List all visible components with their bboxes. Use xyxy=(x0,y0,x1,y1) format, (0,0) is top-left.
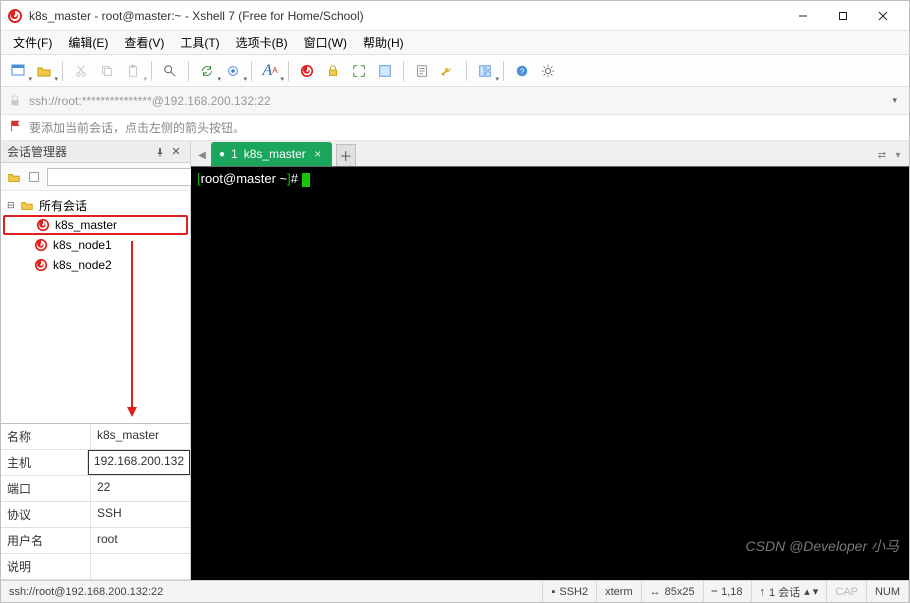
transparency-button[interactable] xyxy=(374,60,396,82)
session-icon xyxy=(33,237,49,253)
body: 会话管理器 ✕ ➤ ⊟ 所有会话 xyxy=(1,141,909,580)
status-term: xterm xyxy=(597,581,642,602)
tab-status-dot: ● xyxy=(219,149,225,160)
prop-desc: 说明 xyxy=(1,554,190,580)
minimize-button[interactable] xyxy=(783,2,823,30)
session-tree: ⊟ 所有会话 k8s_master k8s_node1 k8s_no xyxy=(1,191,190,423)
menu-edit[interactable]: 编辑(E) xyxy=(62,32,114,53)
main-area: ◀ ● 1 k8s_master × ＋ ⇄ ▾ [root@master ~]… xyxy=(191,141,909,580)
flag-icon xyxy=(9,119,23,136)
tab-k8s-master[interactable]: ● 1 k8s_master × xyxy=(211,142,332,166)
reconnect-button[interactable]: ▾ xyxy=(196,60,218,82)
tree-root[interactable]: ⊟ 所有会话 xyxy=(3,195,188,215)
cut-button[interactable] xyxy=(70,60,92,82)
address-dropdown[interactable]: ▾ xyxy=(886,93,903,108)
highlight-button[interactable] xyxy=(437,60,459,82)
session-label: k8s_node1 xyxy=(51,238,114,252)
session-label: k8s_node2 xyxy=(51,258,114,272)
terminal[interactable]: [root@master ~]# CSDN @Developer 小马 xyxy=(191,167,909,580)
menu-bar: 文件(F) 编辑(E) 查看(V) 工具(T) 选项卡(B) 窗口(W) 帮助(… xyxy=(1,31,909,55)
pin-icon[interactable] xyxy=(152,144,168,160)
close-panel-icon[interactable]: ✕ xyxy=(168,144,184,160)
xshell-icon xyxy=(7,8,23,24)
copy-button[interactable] xyxy=(96,60,118,82)
collapse-icon[interactable]: ⊟ xyxy=(7,200,17,211)
find-button[interactable] xyxy=(159,60,181,82)
layout-button[interactable]: ▾ xyxy=(474,60,496,82)
prop-name: 名称k8s_master xyxy=(1,424,190,450)
tab-add-button[interactable]: ＋ xyxy=(336,144,356,166)
session-icon xyxy=(35,217,51,233)
svg-text:?: ? xyxy=(520,67,525,76)
new-session-button[interactable]: ▾ xyxy=(7,60,29,82)
app-window: k8s_master - root@master:~ - Xshell 7 (F… xyxy=(0,0,910,603)
menu-tools[interactable]: 工具(T) xyxy=(174,32,225,53)
disconnect-button[interactable]: ▾ xyxy=(222,60,244,82)
session-manager-panel: 会话管理器 ✕ ➤ ⊟ 所有会话 xyxy=(1,141,191,580)
menu-help[interactable]: 帮助(H) xyxy=(357,32,410,53)
lock-button[interactable] xyxy=(322,60,344,82)
open-button[interactable]: ▾ xyxy=(33,60,55,82)
new-session-icon[interactable] xyxy=(27,167,41,187)
binary-icon: ▪ xyxy=(551,586,555,598)
status-pos: ⎯ 1,18 xyxy=(704,581,752,602)
tab-index: 1 xyxy=(231,147,238,161)
prop-port: 端口22 xyxy=(1,476,190,502)
tab-close-icon[interactable]: × xyxy=(312,147,324,161)
property-grid: 名称k8s_master 主机192.168.200.132 端口22 协议SS… xyxy=(1,423,190,580)
tab-menu-icon[interactable]: ▾ xyxy=(891,144,905,166)
close-button[interactable] xyxy=(863,2,903,30)
session-label: k8s_master xyxy=(53,218,119,232)
status-session-count: ↑ 1 会话 ▴ ▾ xyxy=(752,581,828,602)
tab-next-icon[interactable]: ⇄ xyxy=(875,144,889,166)
address-text[interactable]: ssh://root:***************@192.168.200.1… xyxy=(29,94,880,108)
status-num: NUM xyxy=(867,581,909,602)
watermark: CSDN @Developer 小马 xyxy=(746,536,899,556)
help-button[interactable]: ? xyxy=(511,60,533,82)
lock-icon xyxy=(7,93,23,109)
tab-bar: ◀ ● 1 k8s_master × ＋ ⇄ ▾ xyxy=(191,141,909,167)
status-connection: ssh://root@192.168.200.132:22 xyxy=(1,581,543,602)
font-button[interactable]: AA▾ xyxy=(259,60,281,82)
menu-tabs[interactable]: 选项卡(B) xyxy=(230,32,294,53)
status-cap: CAP xyxy=(827,581,867,602)
session-icon xyxy=(33,257,49,273)
paste-button[interactable]: ▾ xyxy=(122,60,144,82)
new-folder-icon[interactable] xyxy=(7,167,21,187)
maximize-button[interactable] xyxy=(823,2,863,30)
title-bar: k8s_master - root@master:~ - Xshell 7 (F… xyxy=(1,1,909,31)
menu-view[interactable]: 查看(V) xyxy=(118,32,170,53)
session-filter-input[interactable] xyxy=(47,168,199,186)
session-toolbar: ➤ xyxy=(1,163,190,191)
tab-label: k8s_master xyxy=(244,147,306,161)
xshell-button[interactable] xyxy=(296,60,318,82)
hint-text: 要添加当前会话，点击左侧的箭头按钮。 xyxy=(29,119,245,136)
tab-prev-icon[interactable]: ◀ xyxy=(195,144,209,166)
settings-button[interactable] xyxy=(537,60,559,82)
status-protocol: ▪SSH2 xyxy=(543,581,597,602)
fullscreen-button[interactable] xyxy=(348,60,370,82)
folder-icon xyxy=(19,197,35,213)
prop-host: 主机192.168.200.132 xyxy=(1,450,190,476)
session-manager-title: 会话管理器 xyxy=(7,143,152,160)
tree-root-label: 所有会话 xyxy=(37,197,89,214)
script-button[interactable] xyxy=(411,60,433,82)
status-bar: ssh://root@192.168.200.132:22 ▪SSH2 xter… xyxy=(1,580,909,602)
session-manager-header: 会话管理器 ✕ xyxy=(1,141,190,163)
prop-user: 用户名root xyxy=(1,528,190,554)
window-title: k8s_master - root@master:~ - Xshell 7 (F… xyxy=(29,9,783,23)
hint-bar: 要添加当前会话，点击左侧的箭头按钮。 xyxy=(1,115,909,141)
terminal-cursor xyxy=(302,173,310,187)
session-item-k8s-node1[interactable]: k8s_node1 xyxy=(3,235,188,255)
prop-protocol: 协议SSH xyxy=(1,502,190,528)
session-item-k8s-master[interactable]: k8s_master xyxy=(3,215,188,235)
address-bar: ssh://root:***************@192.168.200.1… xyxy=(1,87,909,115)
session-item-k8s-node2[interactable]: k8s_node2 xyxy=(3,255,188,275)
menu-window[interactable]: 窗口(W) xyxy=(298,32,353,53)
toolbar: ▾ ▾ ▾ ▾ ▾ AA▾ ▾ ? xyxy=(1,55,909,87)
status-size: ↔ 85x25 xyxy=(642,581,704,602)
menu-file[interactable]: 文件(F) xyxy=(7,32,58,53)
